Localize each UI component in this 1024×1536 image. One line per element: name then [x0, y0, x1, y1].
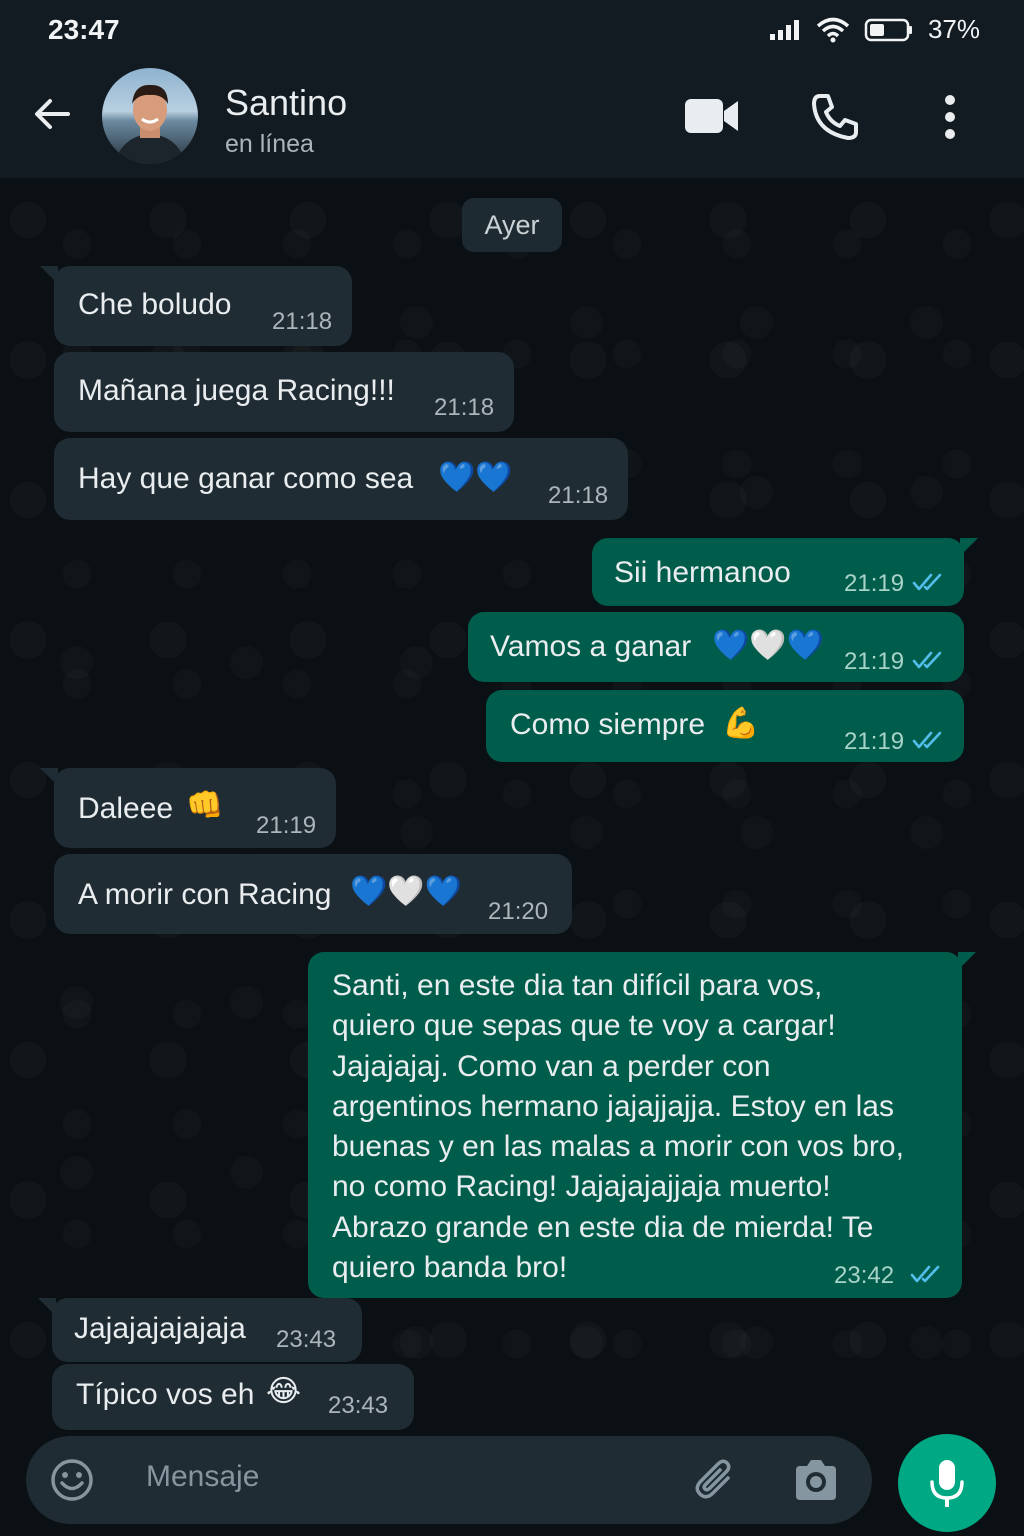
message-text: Sii hermanoo — [614, 556, 791, 589]
message-text: A morir con Racing — [78, 878, 332, 911]
message-bubble-in[interactable]: Jajajajajajaja 23:43 — [52, 1298, 362, 1362]
mic-button[interactable] — [898, 1434, 996, 1532]
attach-icon[interactable] — [692, 1456, 740, 1504]
chat-header: Santino en línea — [0, 60, 1024, 178]
fist-emoji: 👊 — [186, 789, 224, 822]
message-text: Santi, en este dia tan difícil para vos,… — [332, 969, 904, 1285]
message-text: Mañana juega Racing!!! — [78, 374, 395, 407]
status-bar: 23:47 37% — [0, 0, 1024, 60]
phone-icon[interactable] — [810, 92, 860, 142]
message-input[interactable]: Mensaje — [146, 1460, 259, 1494]
message-text: Típico vos eh — [76, 1378, 255, 1411]
message-bubble-in[interactable]: Típico vos eh 😂 23:43 — [52, 1364, 414, 1430]
message-bubble-out[interactable]: Sii hermanoo 21:19 — [592, 538, 964, 606]
avatar-photo — [114, 84, 186, 164]
message-time: 21:20 — [488, 898, 549, 925]
message-bubble-out[interactable]: Vamos a ganar 💙🤍💙 21:19 — [468, 612, 964, 682]
hearts-emoji: 💙🤍💙 — [350, 875, 463, 908]
emoji-icon[interactable] — [50, 1458, 94, 1502]
message-bubble-in[interactable]: Mañana juega Racing!!! 21:18 — [54, 352, 514, 432]
status-time: 23:47 — [48, 14, 120, 45]
hearts-emoji: 💙🤍💙 — [712, 629, 825, 662]
message-time: 21:19 — [256, 812, 317, 839]
message-bubble-in[interactable]: Daleee 👊 21:19 — [54, 768, 336, 848]
blue-heart-emoji: 💙💙 — [438, 461, 513, 494]
video-call-icon[interactable] — [684, 96, 740, 136]
message-bubble-out[interactable]: Santi, en este dia tan difícil para vos,… — [308, 952, 962, 1298]
message-bubble-out[interactable]: Como siempre 💪 21:19 — [486, 690, 964, 762]
message-time: 23:43 — [328, 1392, 389, 1419]
more-vert-icon[interactable] — [940, 94, 960, 140]
message-time: 21:18 — [548, 482, 609, 509]
message-time: 21:18 — [434, 394, 495, 421]
message-text: Daleee — [78, 792, 174, 825]
message-time: 21:19 — [844, 570, 905, 597]
message-time: 23:42 — [834, 1262, 895, 1289]
message-time: 21:19 — [844, 648, 905, 675]
double-check-icon — [912, 731, 942, 749]
avatar[interactable] — [102, 68, 198, 164]
status-icons: 37% — [768, 14, 980, 45]
camera-icon[interactable] — [792, 1458, 840, 1502]
message-composer[interactable]: Mensaje — [26, 1436, 872, 1524]
message-text: Che boludo — [78, 288, 232, 321]
message-text: Vamos a ganar — [490, 630, 692, 663]
double-check-icon — [912, 573, 942, 591]
message-time: 23:43 — [276, 1326, 337, 1353]
message-time: 21:18 — [272, 308, 333, 335]
contact-status: en línea — [225, 130, 314, 158]
double-check-icon — [910, 1265, 940, 1283]
day-separator: Ayer — [462, 198, 562, 252]
message-bubble-in[interactable]: Che boludo 21:18 — [54, 266, 352, 346]
message-bubble-in[interactable]: A morir con Racing 💙🤍💙 21:20 — [54, 854, 572, 934]
battery-percent: 37% — [927, 14, 980, 44]
message-time: 21:19 — [844, 728, 905, 755]
mic-icon — [930, 1460, 964, 1507]
double-check-icon — [912, 651, 942, 669]
laughing-emoji: 😂 — [266, 1375, 302, 1408]
wifi-icon — [816, 17, 850, 42]
message-text: Jajajajajajaja — [74, 1312, 246, 1345]
message-bubble-in[interactable]: Hay que ganar como sea 💙💙 21:18 — [54, 438, 628, 520]
flexed-biceps-emoji: 💪 — [722, 707, 760, 740]
contact-name[interactable]: Santino — [225, 82, 347, 124]
back-arrow-icon[interactable] — [30, 92, 74, 136]
battery-icon — [864, 18, 912, 41]
message-text: Hay que ganar como sea — [78, 462, 414, 495]
message-text: Como siempre — [510, 708, 706, 741]
signal-icon — [769, 19, 799, 40]
